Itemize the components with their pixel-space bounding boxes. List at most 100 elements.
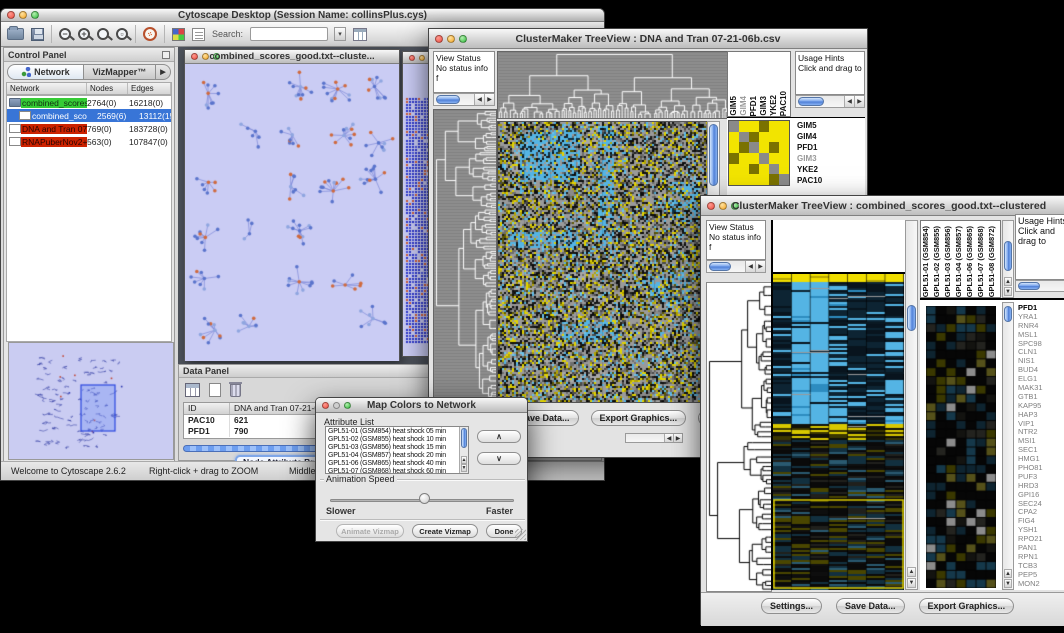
matrix-cell xyxy=(749,174,759,185)
search-dropdown-arrow[interactable]: ▾ xyxy=(334,27,346,41)
scroll-left-arrow[interactable]: ◀ xyxy=(474,94,484,105)
mini-hscrollbar[interactable]: ◀ ▶ xyxy=(625,433,683,443)
row-dendrogram[interactable] xyxy=(433,109,497,403)
tab-vizmapper[interactable]: VizMapper™ xyxy=(84,64,156,80)
attribute-list-item[interactable]: GPL51-06 (GSM865) heat shock 40 min xyxy=(328,460,457,468)
matrix-cell xyxy=(749,153,759,164)
move-down-button[interactable]: ∨ xyxy=(477,452,521,465)
network-canvas[interactable] xyxy=(185,64,399,361)
save-data-button[interactable]: Save Data... xyxy=(836,598,905,614)
open-file-icon[interactable] xyxy=(7,28,24,40)
main-titlebar[interactable]: Cytoscape Desktop (Session Name: collins… xyxy=(1,9,604,22)
new-attribute-icon[interactable] xyxy=(209,383,221,397)
network-overview-birdseye[interactable] xyxy=(8,342,174,460)
col-nodes[interactable]: Nodes xyxy=(87,83,128,94)
column-label[interactable]: GPL51-03 (GSM856) xyxy=(943,226,954,297)
column-labels-scrollbar[interactable]: ▲ ▼ xyxy=(1002,220,1014,298)
export-graphics-button[interactable]: Export Graphics... xyxy=(591,410,687,426)
attribute-list-item[interactable]: GPL51-01 (GSM854) heat shock 05 min xyxy=(328,428,457,436)
attribute-list-item[interactable]: GPL51-03 (GSM856) heat shock 15 min xyxy=(328,444,457,452)
network-view-titlebar[interactable]: combined_scores_good.txt--cluste... xyxy=(185,50,399,64)
column-label[interactable]: GIM3 xyxy=(759,96,769,116)
tab-network[interactable]: Network xyxy=(7,64,84,80)
help-icon[interactable] xyxy=(143,27,157,41)
row-label[interactable]: YKE2 xyxy=(797,164,822,175)
similarity-matrix[interactable] xyxy=(728,120,790,186)
close-button[interactable] xyxy=(409,55,415,61)
data-panel-title: Data Panel xyxy=(183,366,229,376)
attribute-list-scrollbar[interactable]: ▲ ▼ xyxy=(459,427,468,473)
settings-button[interactable]: Settings... xyxy=(761,598,822,614)
column-label[interactable]: GIM5 xyxy=(729,96,739,116)
col-edges[interactable]: Edges xyxy=(128,83,171,94)
column-label[interactable]: GPL51-01 (GSM854) xyxy=(921,226,932,297)
attribute-table-icon[interactable] xyxy=(353,28,367,41)
row-label[interactable]: PFD1 xyxy=(797,142,822,153)
matrix-cell xyxy=(749,142,759,153)
zoom-out-icon[interactable]: − xyxy=(59,28,71,40)
usage-hints-scrollbar[interactable]: ◀ ▶ xyxy=(795,95,865,108)
col-id[interactable]: ID xyxy=(184,403,230,414)
view-status-scrollbar[interactable]: ◀ ▶ xyxy=(706,260,766,273)
delete-attribute-icon[interactable] xyxy=(230,384,241,397)
zoom-fit-icon[interactable]: ▫ xyxy=(116,28,128,40)
row-label[interactable]: GIM4 xyxy=(797,131,822,142)
minimize-button[interactable] xyxy=(419,55,425,61)
column-label[interactable]: GPL51-02 (GSM855) xyxy=(932,226,943,297)
column-label[interactable]: GPL51-08 (GSM872) xyxy=(987,226,998,297)
column-label[interactable]: GPL51-04 (GSM857) xyxy=(954,226,965,297)
column-label[interactable]: GPL51-06 (GSM865) xyxy=(965,226,976,297)
row-dendrogram[interactable] xyxy=(706,282,772,592)
usage-hints-panel: Usage Hints Click and drag to xyxy=(1015,214,1064,280)
treeview2-titlebar[interactable]: ClusterMaker TreeView : combined_scores_… xyxy=(701,196,1064,216)
annotation-icon[interactable] xyxy=(192,28,205,41)
heatmap-vscrollbar[interactable]: ▲ ▼ xyxy=(905,220,918,590)
network-table-row[interactable]: DNA and Tran 07769(0)183728(0) xyxy=(7,122,171,135)
gene-label[interactable]: MON2 xyxy=(1018,580,1064,589)
network-table-row[interactable]: combined_sco2569(6)13112(15) xyxy=(7,109,171,122)
network-table-row[interactable]: RNAPuberNov2+563(0)107847(0) xyxy=(7,135,171,148)
heatmap[interactable] xyxy=(497,121,708,403)
attribute-list-item[interactable]: GPL51-04 (GSM857) heat shock 20 min xyxy=(328,452,457,460)
move-up-button[interactable]: ∧ xyxy=(477,430,521,443)
attribute-list: GPL51-01 (GSM854) heat shock 05 minGPL51… xyxy=(325,426,469,474)
view-status-scrollbar[interactable]: ◀ ▶ xyxy=(433,93,495,106)
slider-thumb[interactable] xyxy=(419,493,430,504)
create-vizmap-button[interactable]: Create Vizmap xyxy=(412,524,478,538)
column-label[interactable]: PAC10 xyxy=(779,91,789,116)
column-dendrogram[interactable] xyxy=(497,51,730,119)
scroll-right-arrow[interactable]: ▶ xyxy=(854,96,864,107)
zoom-in-icon[interactable]: + xyxy=(78,28,90,40)
row-label[interactable]: GIM3 xyxy=(797,153,822,164)
scroll-right-arrow[interactable]: ▶ xyxy=(484,94,494,105)
attribute-list-item[interactable]: GPL51-02 (GSM855) heat shock 10 min xyxy=(328,436,457,444)
row-label[interactable]: PAC10 xyxy=(797,175,822,186)
animate-vizmap-button[interactable]: Animate Vizmap xyxy=(336,524,404,538)
scroll-left-arrow[interactable]: ◀ xyxy=(844,96,854,107)
file-icon xyxy=(9,124,21,133)
vizmapper-icon[interactable] xyxy=(172,28,185,41)
column-label[interactable]: PFD1 xyxy=(749,96,759,116)
usage-hints-scrollbar[interactable] xyxy=(1015,280,1064,292)
dialog-titlebar[interactable]: Map Colors to Network xyxy=(316,398,527,413)
gene-list-scrollbar[interactable]: ▲ ▼ xyxy=(1002,302,1014,590)
heatmap[interactable] xyxy=(773,274,904,590)
float-panel-icon[interactable] xyxy=(162,51,170,59)
column-label[interactable]: GIM4 xyxy=(739,96,749,116)
resize-grip[interactable] xyxy=(515,529,526,540)
col-network[interactable]: Network xyxy=(7,83,87,94)
slower-label: Slower xyxy=(326,506,356,516)
save-icon[interactable] xyxy=(31,28,44,41)
export-graphics-button[interactable]: Export Graphics... xyxy=(919,598,1015,614)
treeview1-titlebar[interactable]: ClusterMaker TreeView : DNA and Tran 07-… xyxy=(429,29,867,49)
search-input[interactable] xyxy=(250,27,328,41)
zoom-heatmap[interactable] xyxy=(926,306,996,588)
select-attributes-icon[interactable] xyxy=(185,383,200,397)
column-label[interactable]: GPL51-07 (GSM868) xyxy=(976,226,987,297)
row-label[interactable]: GIM5 xyxy=(797,120,822,131)
matrix-cell xyxy=(769,153,779,164)
tab-overflow-arrow[interactable]: ▶ xyxy=(156,64,171,80)
column-label[interactable]: YKE2 xyxy=(769,95,779,116)
network-table-row[interactable]: combined_scores2764(0)16218(0) xyxy=(7,96,171,109)
zoom-selected-icon[interactable] xyxy=(97,28,109,40)
